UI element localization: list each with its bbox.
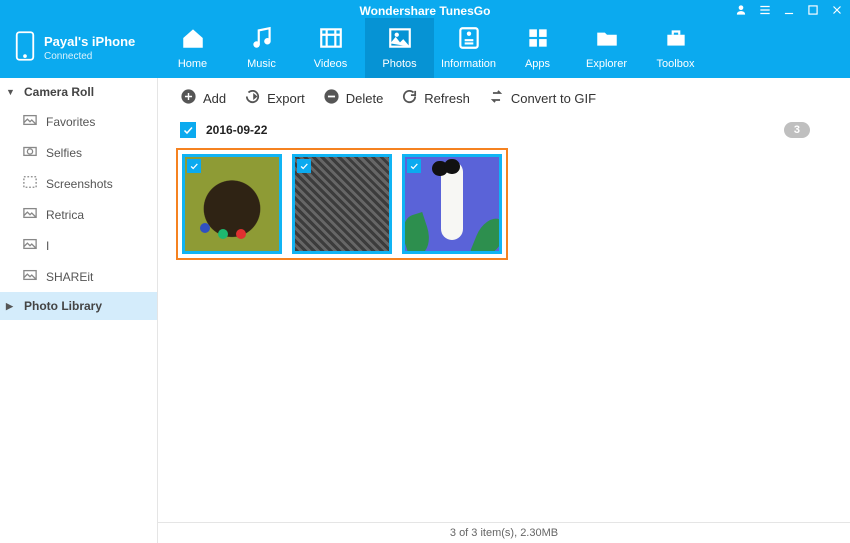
videos-icon bbox=[318, 25, 344, 54]
main-panel: Add Export Delete Refresh Convert to GIF… bbox=[158, 78, 850, 543]
app-body: ▼ Camera Roll Favorites Selfies Screenshots R… bbox=[0, 78, 850, 543]
nav-label: Apps bbox=[525, 58, 550, 70]
thumbnail-checkbox[interactable] bbox=[187, 159, 201, 173]
app-header: Wondershare TunesGo Payal's iPhone Conne… bbox=[0, 0, 850, 78]
photo-thumbnail[interactable] bbox=[402, 154, 502, 254]
explorer-icon bbox=[594, 25, 620, 54]
maximize-button[interactable] bbox=[806, 3, 820, 17]
group-count-badge: 3 bbox=[784, 122, 810, 138]
sidebar-item-label: Camera Roll bbox=[24, 85, 94, 99]
photo-icon bbox=[22, 113, 38, 130]
sidebar-item-selfies[interactable]: Selfies bbox=[0, 137, 157, 168]
title-bar: Wondershare TunesGo bbox=[0, 0, 850, 22]
minimize-button[interactable] bbox=[782, 3, 796, 17]
export-icon bbox=[244, 88, 261, 108]
add-button[interactable]: Add bbox=[180, 88, 226, 108]
refresh-button[interactable]: Refresh bbox=[401, 88, 470, 108]
convert-gif-label: Convert to GIF bbox=[511, 91, 596, 106]
photo-thumbnail[interactable] bbox=[292, 154, 392, 254]
sidebar-item-label: Favorites bbox=[46, 115, 95, 129]
sidebar-item-shareit[interactable]: SHAREit bbox=[0, 261, 157, 292]
add-label: Add bbox=[203, 91, 226, 106]
nav-music[interactable]: Music bbox=[227, 18, 296, 78]
sidebar-item-label: Screenshots bbox=[46, 177, 113, 191]
refresh-icon bbox=[401, 88, 418, 108]
nav-photos[interactable]: Photos bbox=[365, 18, 434, 78]
chevron-down-icon: ▼ bbox=[6, 87, 16, 97]
nav-toolbox[interactable]: Toolbox bbox=[641, 18, 710, 78]
convert-gif-button[interactable]: Convert to GIF bbox=[488, 88, 596, 108]
photo-icon bbox=[22, 268, 38, 285]
nav-videos[interactable]: Videos bbox=[296, 18, 365, 78]
close-button[interactable] bbox=[830, 3, 844, 17]
sidebar-item-retrica[interactable]: Retrica bbox=[0, 199, 157, 230]
delete-icon bbox=[323, 88, 340, 108]
sidebar-item-label: SHAREit bbox=[46, 270, 93, 284]
music-icon bbox=[249, 25, 275, 54]
nav-label: Toolbox bbox=[657, 58, 695, 70]
nav-label: Explorer bbox=[586, 58, 627, 70]
toolbox-icon bbox=[663, 25, 689, 54]
export-button[interactable]: Export bbox=[244, 88, 305, 108]
nav-label: Information bbox=[441, 58, 496, 70]
sidebar-item-favorites[interactable]: Favorites bbox=[0, 106, 157, 137]
device-name: Payal's iPhone bbox=[44, 34, 135, 49]
device-info: Payal's iPhone Connected bbox=[44, 34, 135, 62]
toolbar: Add Export Delete Refresh Convert to GIF bbox=[158, 78, 850, 118]
sidebar-item-label: I bbox=[46, 239, 49, 253]
chevron-right-icon: ▶ bbox=[6, 301, 16, 312]
sidebar-item-label: Photo Library bbox=[24, 299, 102, 313]
nav-label: Videos bbox=[314, 58, 347, 70]
nav-explorer[interactable]: Explorer bbox=[572, 18, 641, 78]
nav-home[interactable]: Home bbox=[158, 18, 227, 78]
sidebar-item-i[interactable]: I bbox=[0, 230, 157, 261]
group-date: 2016-09-22 bbox=[206, 123, 267, 137]
nav-label: Home bbox=[178, 58, 207, 70]
delete-label: Delete bbox=[346, 91, 384, 106]
delete-button[interactable]: Delete bbox=[323, 88, 384, 108]
screenshot-icon bbox=[22, 175, 38, 192]
phone-icon bbox=[14, 31, 36, 66]
nav-label: Photos bbox=[382, 58, 416, 70]
sidebar-item-screenshots[interactable]: Screenshots bbox=[0, 168, 157, 199]
convert-icon bbox=[488, 88, 505, 108]
photos-icon bbox=[387, 25, 413, 54]
sidebar: ▼ Camera Roll Favorites Selfies Screenshots R… bbox=[0, 78, 158, 543]
thumbnail-checkbox[interactable] bbox=[297, 159, 311, 173]
status-bar: 3 of 3 item(s), 2.30MB bbox=[158, 522, 850, 543]
apps-icon bbox=[525, 25, 551, 54]
home-icon bbox=[180, 25, 206, 54]
thumbnail-checkbox[interactable] bbox=[407, 159, 421, 173]
user-icon[interactable] bbox=[734, 3, 748, 17]
photo-icon bbox=[22, 237, 38, 254]
thumbnail-selection bbox=[176, 148, 508, 260]
plus-icon bbox=[180, 88, 197, 108]
nav-information[interactable]: Information bbox=[434, 18, 503, 78]
device-status: Connected bbox=[44, 51, 135, 62]
camera-icon bbox=[22, 144, 38, 161]
status-text: 3 of 3 item(s), 2.30MB bbox=[450, 527, 558, 539]
select-all-checkbox[interactable] bbox=[180, 122, 196, 138]
sidebar-item-label: Selfies bbox=[46, 146, 82, 160]
information-icon bbox=[456, 25, 482, 54]
sidebar-item-camera-roll[interactable]: ▼ Camera Roll bbox=[0, 78, 157, 106]
refresh-label: Refresh bbox=[424, 91, 470, 106]
menu-icon[interactable] bbox=[758, 3, 772, 17]
app-title: Wondershare TunesGo bbox=[360, 4, 491, 18]
nav-label: Music bbox=[247, 58, 276, 70]
window-controls bbox=[734, 3, 844, 17]
group-header: 2016-09-22 3 bbox=[158, 118, 850, 142]
export-label: Export bbox=[267, 91, 305, 106]
sidebar-item-label: Retrica bbox=[46, 208, 84, 222]
photo-icon bbox=[22, 206, 38, 223]
sidebar-item-photo-library[interactable]: ▶ Photo Library bbox=[0, 292, 157, 320]
nav-apps[interactable]: Apps bbox=[503, 18, 572, 78]
photo-thumbnail[interactable] bbox=[182, 154, 282, 254]
